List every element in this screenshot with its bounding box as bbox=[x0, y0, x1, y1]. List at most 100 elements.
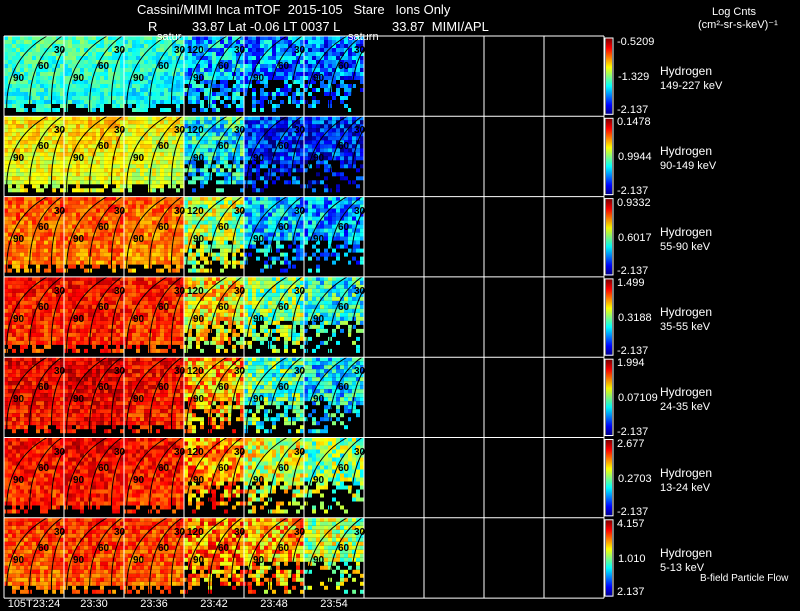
heatmap-cell bbox=[252, 96, 256, 100]
heatmap-cell bbox=[12, 36, 16, 40]
heatmap-cell bbox=[4, 305, 8, 309]
heatmap-cell bbox=[252, 116, 256, 120]
heatmap-cell bbox=[324, 160, 328, 164]
heatmap-cell bbox=[140, 120, 144, 124]
heatmap-cell bbox=[12, 297, 16, 301]
heatmap-cell bbox=[280, 205, 284, 209]
heatmap-cell bbox=[140, 88, 144, 92]
heatmap-cell bbox=[152, 60, 156, 64]
heatmap-cell bbox=[12, 136, 16, 140]
heatmap-cell bbox=[292, 249, 296, 253]
heatmap-cell bbox=[56, 76, 60, 80]
heatmap-cell bbox=[204, 225, 208, 229]
heatmap-cell bbox=[260, 64, 264, 68]
heatmap-cell bbox=[304, 237, 308, 241]
heatmap-cell bbox=[72, 172, 76, 176]
heatmap-cell bbox=[156, 92, 160, 96]
heatmap-cell bbox=[248, 213, 252, 217]
heatmap-cell bbox=[20, 92, 24, 96]
heatmap-cell bbox=[84, 72, 88, 76]
heatmap-cell bbox=[316, 100, 320, 104]
heatmap-cell bbox=[144, 56, 148, 60]
heatmap-cell bbox=[32, 92, 36, 96]
heatmap-cell bbox=[204, 60, 208, 64]
heatmap-cell bbox=[204, 68, 208, 72]
heatmap-cell bbox=[280, 253, 284, 257]
heatmap-cell bbox=[60, 88, 64, 92]
heatmap-cell bbox=[28, 40, 32, 44]
heatmap-cell bbox=[308, 116, 312, 120]
heatmap-cell bbox=[224, 124, 228, 128]
heatmap-cell bbox=[8, 56, 12, 60]
heatmap-cell bbox=[260, 120, 264, 124]
heatmap-cell bbox=[224, 249, 228, 253]
heatmap-cell bbox=[8, 285, 12, 289]
heatmap-cell bbox=[280, 48, 284, 52]
heatmap-cell bbox=[32, 84, 36, 88]
heatmap-cell bbox=[96, 84, 100, 88]
heatmap-cell bbox=[232, 140, 236, 144]
heatmap-cell bbox=[104, 201, 108, 205]
heatmap-cell bbox=[20, 120, 24, 124]
heatmap-cell bbox=[20, 108, 24, 112]
heatmap-cell bbox=[276, 205, 280, 209]
heatmap-cell bbox=[284, 84, 288, 88]
heatmap-cell bbox=[292, 180, 296, 184]
heatmap-cell bbox=[176, 265, 180, 269]
heatmap-cell bbox=[176, 164, 180, 168]
heatmap-cell bbox=[8, 217, 12, 221]
heatmap-cell bbox=[140, 96, 144, 100]
heatmap-cell bbox=[160, 92, 164, 96]
heatmap-cell bbox=[76, 168, 80, 172]
heatmap-cell bbox=[256, 205, 260, 209]
heatmap-cell bbox=[100, 76, 104, 80]
heatmap-cell bbox=[116, 233, 120, 237]
heatmap-cell bbox=[136, 128, 140, 132]
heatmap-cell bbox=[20, 257, 24, 261]
heatmap-cell bbox=[296, 245, 300, 249]
heatmap-cell bbox=[100, 84, 104, 88]
heatmap-cell bbox=[316, 128, 320, 132]
heatmap-cell bbox=[196, 269, 200, 273]
heatmap-cell bbox=[332, 128, 336, 132]
heatmap-cell bbox=[208, 221, 212, 225]
heatmap-cell bbox=[284, 92, 288, 96]
heatmap-cell bbox=[176, 160, 180, 164]
heatmap-cell bbox=[92, 188, 96, 192]
heatmap-cell bbox=[216, 209, 220, 213]
heatmap-cell bbox=[176, 156, 180, 160]
heatmap-cell bbox=[156, 52, 160, 56]
heatmap-cell bbox=[88, 213, 92, 217]
heatmap-cell bbox=[332, 48, 336, 52]
heatmap-cell bbox=[64, 221, 68, 225]
heatmap-cell bbox=[264, 124, 268, 128]
heatmap-cell bbox=[328, 64, 332, 68]
heatmap-cell bbox=[176, 233, 180, 237]
heatmap-cell bbox=[216, 160, 220, 164]
heatmap-cell bbox=[140, 221, 144, 225]
heatmap-cell bbox=[64, 188, 68, 192]
heatmap-cell bbox=[324, 184, 328, 188]
heatmap-cell bbox=[316, 120, 320, 124]
heatmap-cell bbox=[276, 116, 280, 120]
heatmap-cell bbox=[224, 84, 228, 88]
heatmap-cell bbox=[316, 197, 320, 201]
heatmap-cell bbox=[20, 36, 24, 40]
heatmap-cell bbox=[276, 88, 280, 92]
heatmap-cell bbox=[136, 136, 140, 140]
heatmap-cell bbox=[268, 156, 272, 160]
heatmap-cell bbox=[4, 116, 8, 120]
heatmap-cell bbox=[68, 253, 72, 257]
heatmap-cell bbox=[128, 229, 132, 233]
heatmap-cell bbox=[176, 253, 180, 257]
heatmap-cell bbox=[20, 116, 24, 120]
heatmap-cell bbox=[132, 96, 136, 100]
heatmap-cell bbox=[44, 100, 48, 104]
heatmap-cell bbox=[28, 217, 32, 221]
heatmap-cell bbox=[220, 100, 224, 104]
heatmap-cell bbox=[152, 209, 156, 213]
heatmap-cell bbox=[212, 253, 216, 257]
heatmap-cell bbox=[204, 56, 208, 60]
heatmap-cell bbox=[192, 92, 196, 96]
heatmap-cell bbox=[24, 253, 28, 257]
